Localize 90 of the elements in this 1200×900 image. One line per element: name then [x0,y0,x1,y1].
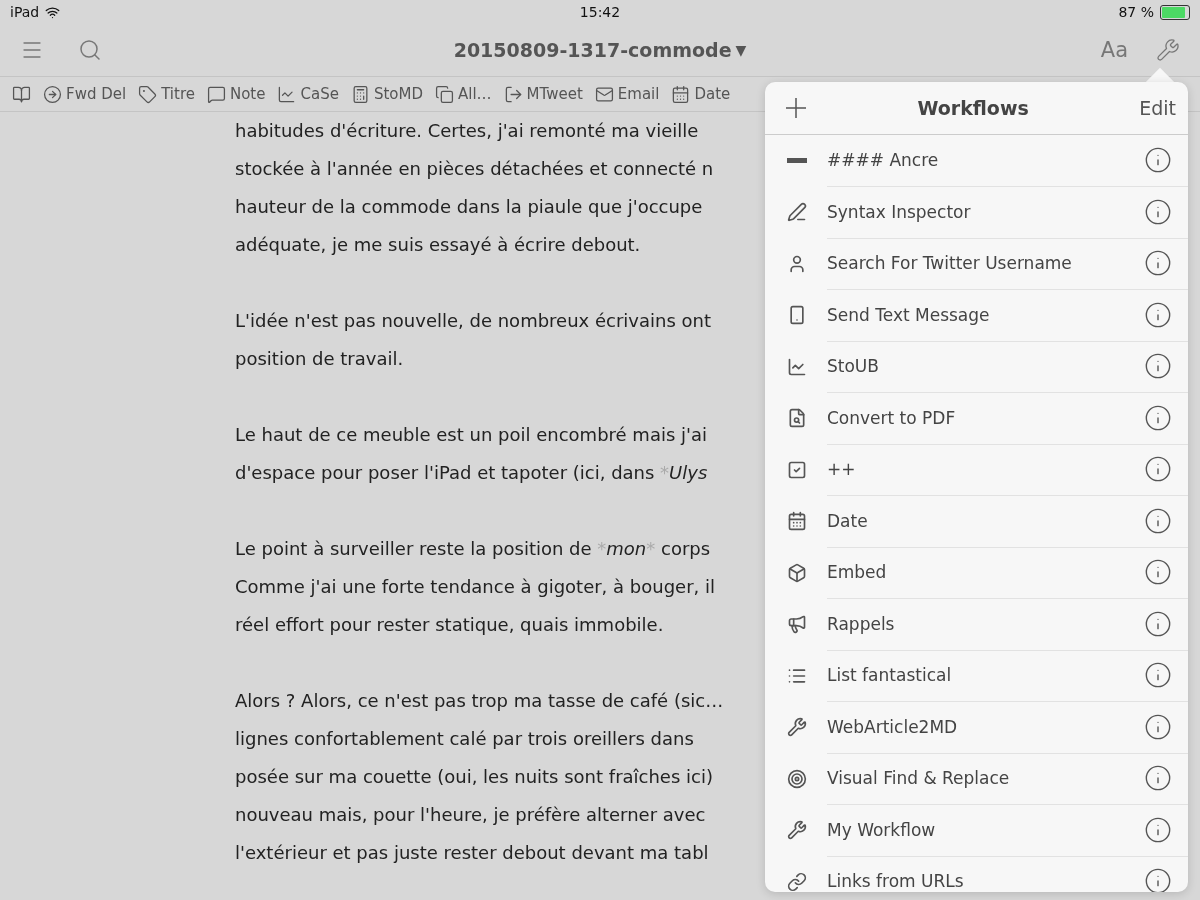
settings-button[interactable] [1156,38,1180,62]
body-text-line: l'extérieur et pas juste rester debout devant ma tabl [235,841,709,865]
body-text-line: hauteur de la commode dans la piaule que j'occupe [235,195,703,219]
wrench-icon [787,820,807,841]
add-button[interactable] [785,97,807,119]
copy-icon [435,84,454,104]
toolbar-button[interactable]: CaSe [277,84,339,104]
person-icon [787,253,807,274]
pen-icon [787,202,807,223]
body-text-line: Le haut de ce meuble est un poil encombré mais j'ai [235,423,708,447]
toolbar-button[interactable]: Date [671,84,731,104]
body-text-line: Comme j'ai une forte tendance à gigoter, à bouger, il [235,575,715,599]
info-button[interactable] [1144,146,1172,175]
info-button[interactable] [1144,352,1172,381]
target-icon [787,768,807,789]
link-icon [787,871,807,892]
battery-icon [1160,4,1190,20]
workflow-item[interactable]: Links from URLs [827,871,964,892]
popover-title: Workflows [917,97,1029,119]
book-icon [12,84,31,104]
chart-icon [787,356,807,377]
title-caret[interactable]: ▼ [735,42,747,58]
workflow-item[interactable]: StoUB [827,356,879,377]
workflow-item[interactable]: ++ [827,459,856,480]
workflow-item[interactable]: Visual Find & Replace [827,768,1010,789]
toolbar-button[interactable]: StoMD [350,84,423,104]
workflow-item[interactable]: Send Text Message [827,304,990,325]
speech-bubble-icon [206,84,226,104]
clock: 15:42 [579,4,621,20]
book-button[interactable] [12,84,31,104]
info-button[interactable] [1144,867,1172,892]
toolbar-button[interactable]: Fwd Del [43,84,127,104]
search-button[interactable] [78,38,102,62]
box-icon [787,562,807,583]
edit-button[interactable]: Edit [1139,97,1176,119]
info-button[interactable] [1144,609,1172,638]
info-button[interactable] [1144,506,1172,535]
document-icon [787,408,807,429]
workflow-item[interactable]: Rappels [827,613,895,634]
toolbar-button[interactable]: Note [206,84,266,104]
info-button[interactable] [1144,764,1172,793]
toolbar-button[interactable]: Titre [138,84,195,104]
body-text-line: L'idée n'est pas nouvelle, de nombreux écrivains ont [235,309,711,333]
info-button[interactable] [1144,558,1172,587]
body-text-line: stockée à l'année en pièces détachées et connecté n [235,157,714,181]
battery-percent: 87 % [1118,4,1154,20]
body-text-line: adéquate, je me suis essayé à écrire debout. [235,233,641,257]
body-text-line: posée sur ma couette (oui, les nuits sont fraîches ici) [235,765,713,789]
workflow-item[interactable]: #### Ancre [827,150,939,171]
info-button[interactable] [1144,712,1172,741]
toolbar-button[interactable]: All… [435,84,492,104]
minus-icon [787,158,807,164]
body-text-line: d'espace pour poser l'iPad et tapoter (ici, dans *Ulys [235,461,708,485]
workflow-item[interactable]: My Workflow [827,819,936,840]
workflow-item[interactable]: Search For Twitter Username [827,253,1072,274]
workflow-item[interactable]: List fantastical [827,665,952,686]
toolbar-button[interactable]: Email [594,84,660,104]
info-button[interactable] [1144,403,1172,432]
tag-icon [138,84,158,104]
document-title[interactable]: 20150809-1317-commode [453,39,732,61]
body-text-line: nouveau mais, pour l'heure, je préfère alterner avec [235,803,706,827]
checkbox-icon [787,459,807,480]
calendar-icon [787,511,807,532]
info-button[interactable] [1144,455,1172,484]
megaphone-icon [787,614,807,635]
info-button[interactable] [1144,249,1172,278]
body-text-line: Le point à surveiller reste la position de *mon* corps [235,537,711,561]
info-button[interactable] [1144,661,1172,690]
export-icon [503,84,523,104]
info-button[interactable] [1144,815,1172,844]
wifi-icon [45,4,61,20]
body-text-line: réel effort pour rester statique, quais immobile. [235,613,664,637]
device-name: iPad [10,4,40,20]
calendar-icon [671,84,691,104]
chart-icon [277,84,297,104]
workflow-item[interactable]: Convert to PDF [827,407,956,428]
info-button[interactable] [1144,300,1172,329]
body-text-line: Alors ? Alors, ce n'est pas trop ma tasse de café (sic… [235,689,724,713]
info-button[interactable] [1144,197,1172,226]
wrench-icon [787,717,807,738]
workflow-item[interactable]: Date [827,510,868,531]
arrow-circle-icon [43,84,62,104]
toolbar-button[interactable]: MTweet [503,84,583,104]
workflow-item[interactable]: Syntax Inspector [827,201,971,222]
phone-icon [787,305,807,326]
body-text-line: lignes confortablement calé par trois oreillers dans [235,727,694,751]
workflow-item[interactable]: WebArticle2MD [827,716,958,737]
body-text-line: habitudes d'écriture. Certes, j'ai remonté ma vieille [235,119,699,143]
workflow-item[interactable]: Embed [827,562,887,583]
body-text-line: position de travail. [235,347,404,371]
